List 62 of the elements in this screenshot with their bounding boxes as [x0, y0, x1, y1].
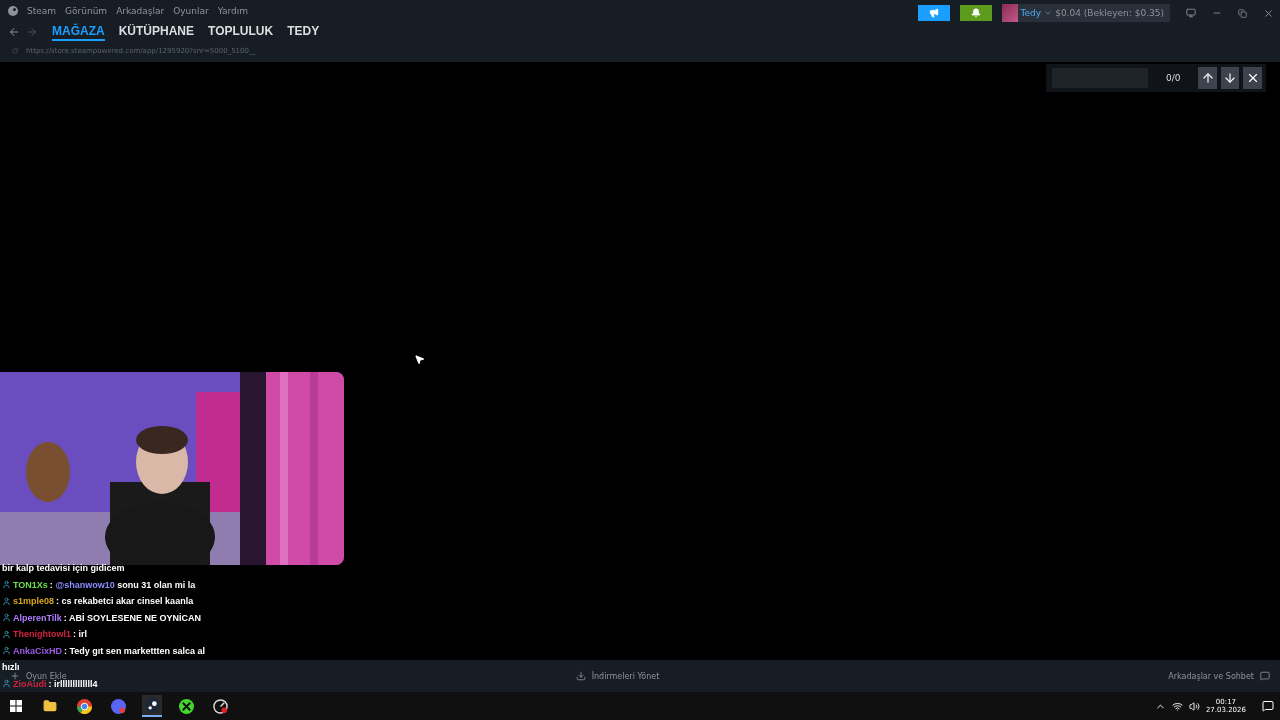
steam-logo-icon: [8, 6, 18, 16]
megaphone-icon: [928, 8, 939, 18]
nav-tab[interactable]: KÜTÜPHANE: [118, 23, 194, 41]
chat-message: bir kalp tedavisi için gidicem: [2, 563, 125, 574]
back-arrow-icon[interactable]: [8, 26, 20, 38]
announcements-button[interactable]: [917, 5, 950, 21]
chat-username: AlperenTilk: [13, 612, 62, 623]
restore-icon[interactable]: [1238, 8, 1247, 18]
chat-message: : ABİ SOYLESENE NE OYNİCAN: [63, 612, 202, 623]
user-badge-icon: [2, 580, 11, 590]
user-badge-icon: [2, 679, 11, 689]
volume-icon[interactable]: [1188, 700, 1200, 712]
chevron-down-icon: [1044, 9, 1053, 17]
nav-tab[interactable]: MAĞAZA: [52, 23, 105, 41]
menu-item[interactable]: Arkadaşlar: [116, 6, 165, 16]
next-match-button[interactable]: [1221, 67, 1240, 89]
chat-message: : irl: [73, 629, 88, 640]
close-find-button[interactable]: [1243, 67, 1262, 89]
nav-tab[interactable]: TEDY: [287, 23, 320, 41]
add-game-button[interactable]: Oyun Ekle: [10, 671, 67, 681]
windows-start-icon[interactable]: [10, 700, 22, 712]
chat-username: TON1Xs: [13, 579, 48, 590]
chat-message: : cs rekabetci akar cinsel kaanla: [56, 596, 194, 607]
manage-downloads-button[interactable]: İndirmeleri Yönet: [575, 671, 660, 681]
chat-message: hızlı: [2, 662, 20, 673]
folder-icon[interactable]: [43, 699, 57, 713]
close-icon[interactable]: [1263, 7, 1274, 19]
chat-username: Thenightowl1: [13, 629, 71, 640]
notifications-button[interactable]: [959, 5, 992, 21]
notifications-icon[interactable]: [1262, 700, 1274, 712]
previous-match-button[interactable]: [1198, 67, 1217, 89]
chat-message: : Tedy gıt sen markettten salca al: [64, 645, 205, 656]
nav-tab[interactable]: TOPLULUK: [208, 23, 274, 41]
user-badge-icon: [2, 613, 11, 623]
plus-icon: [10, 671, 20, 681]
chat-username: s1mple08: [13, 596, 55, 607]
mouse-cursor-icon: [414, 354, 425, 365]
chat-icon: [1260, 671, 1270, 681]
gauge-app-icon[interactable]: [212, 698, 228, 714]
user-badge-icon: [2, 596, 11, 606]
menu-item[interactable]: Yardım: [217, 6, 249, 16]
user-badge-icon: [2, 646, 11, 656]
user-badge-icon: [2, 629, 11, 639]
steam-app-icon[interactable]: [144, 697, 160, 713]
chat-message: : @shanwow10 sonu 31 olan mi la: [49, 579, 196, 590]
network-icon[interactable]: [1171, 700, 1183, 712]
menu-item[interactable]: Steam: [27, 6, 57, 16]
friends-chat-button[interactable]: Arkadaşlar ve Sohbet: [1168, 671, 1270, 681]
wallet-balance: $0.04 (Bekleyen: $0.35): [1055, 8, 1164, 18]
browser-icon[interactable]: [76, 698, 92, 714]
menu-item[interactable]: Oyunlar: [173, 6, 209, 16]
cross-app-icon[interactable]: [178, 698, 194, 714]
monitor-icon[interactable]: [1186, 8, 1196, 18]
account-name: Tedy: [1020, 8, 1042, 18]
account-menu[interactable]: Tedy $0.04 (Bekleyen: $0.35): [1001, 4, 1170, 22]
download-icon: [575, 671, 586, 681]
match-count: 0/0: [1166, 73, 1181, 83]
chat-username: AnkaCixHD: [13, 645, 62, 656]
chat-app-icon[interactable]: [110, 698, 126, 714]
bell-icon: [970, 8, 981, 18]
menu-item[interactable]: Görünüm: [65, 6, 108, 16]
chat-message: : irlllllllllllll4: [48, 678, 98, 689]
